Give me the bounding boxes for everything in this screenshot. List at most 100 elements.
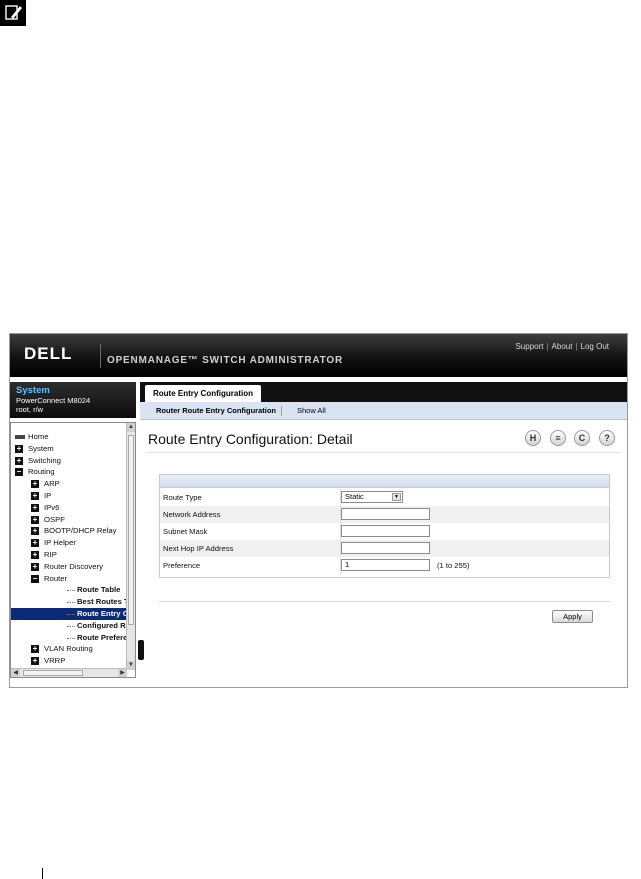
tree-horizontal-scrollbar[interactable]: ◀ ▶ bbox=[11, 668, 127, 677]
tree-node[interactable]: + RIP bbox=[11, 549, 127, 561]
expand-icon[interactable]: + bbox=[31, 539, 39, 548]
expand-icon[interactable]: + bbox=[31, 503, 39, 512]
tree-node[interactable]: + ARP bbox=[11, 478, 127, 490]
tree-node-label: Router bbox=[44, 573, 68, 583]
tree-node[interactable]: + Router Discovery bbox=[11, 561, 127, 573]
scroll-down-icon[interactable]: ▼ bbox=[127, 661, 135, 670]
tree-node-label: ARP bbox=[44, 479, 60, 489]
preference-range-hint: (1 to 255) bbox=[437, 561, 470, 570]
expand-icon[interactable]: + bbox=[15, 456, 23, 465]
route-type-select[interactable]: Static ▼ bbox=[341, 491, 403, 503]
tab-route-entry-configuration[interactable]: Route Entry Configuration bbox=[145, 385, 261, 402]
system-title[interactable]: System bbox=[16, 385, 130, 396]
scroll-right-icon[interactable]: ▶ bbox=[118, 669, 127, 677]
tree-nodes: Home + System + Switching − Routing + ARP + IP + IPv… bbox=[11, 431, 135, 677]
tree-node[interactable]: + VRRP bbox=[11, 655, 127, 667]
expand-icon[interactable]: + bbox=[31, 515, 39, 524]
help-icon[interactable]: ? bbox=[599, 430, 615, 446]
form-row-preference: Preference 1 (1 to 255) bbox=[160, 557, 609, 574]
tree-node-label: OSPF bbox=[44, 514, 65, 524]
logout-link[interactable]: Log Out bbox=[581, 342, 609, 351]
tree-node-label: Route Table bbox=[77, 585, 121, 595]
scroll-left-icon[interactable]: ◀ bbox=[11, 669, 20, 677]
dell-logo: DELL bbox=[24, 344, 73, 363]
next-hop-input[interactable] bbox=[341, 542, 430, 554]
banner-divider bbox=[100, 344, 101, 368]
tree-branch-line bbox=[67, 590, 75, 592]
top-links: Support | About | Log Out bbox=[515, 342, 609, 351]
tree-node[interactable]: Route Table bbox=[11, 584, 127, 596]
save-icon[interactable]: H bbox=[525, 430, 541, 446]
tree-branch-line bbox=[67, 625, 75, 627]
tree-node[interactable]: + VLAN Routing bbox=[11, 643, 127, 655]
route-type-value: Static bbox=[345, 492, 364, 501]
expand-icon[interactable]: + bbox=[31, 491, 39, 500]
tree-node[interactable]: + IP bbox=[11, 490, 127, 502]
expand-icon[interactable]: + bbox=[31, 550, 39, 559]
scroll-thumb[interactable] bbox=[128, 435, 134, 625]
subnav-divider bbox=[281, 406, 282, 416]
tree-node[interactable]: Route Preferenc bbox=[11, 632, 135, 644]
network-address-label: Network Address bbox=[163, 510, 221, 519]
tree-node-label: IPv6 bbox=[44, 502, 60, 512]
tree-node[interactable]: + IP Helper bbox=[11, 537, 127, 549]
tree-node[interactable]: + System bbox=[11, 443, 127, 455]
tree-node[interactable]: + Switching bbox=[11, 455, 127, 467]
tree-node-label: Home bbox=[28, 432, 49, 441]
tree-node-label: Switching bbox=[28, 455, 61, 465]
form-row-next-hop: Next Hop IP Address bbox=[160, 540, 609, 557]
link-separator: | bbox=[575, 342, 578, 351]
tree-vertical-scrollbar[interactable]: ▲ ▼ bbox=[126, 423, 135, 670]
expand-icon[interactable]: + bbox=[15, 444, 23, 453]
app-title: OPENMANAGE™ SWITCH ADMINISTRATOR bbox=[107, 355, 343, 366]
expand-icon[interactable]: + bbox=[31, 645, 39, 654]
apply-button[interactable]: Apply bbox=[552, 610, 593, 623]
page-title: Route Entry Configuration: Detail bbox=[148, 431, 353, 447]
network-address-input[interactable] bbox=[341, 508, 430, 520]
tree-node[interactable]: Route Entry Co bbox=[11, 607, 133, 620]
title-divider bbox=[146, 452, 621, 453]
subnet-mask-input[interactable] bbox=[341, 525, 430, 537]
support-link[interactable]: Support bbox=[515, 342, 543, 351]
collapse-icon[interactable]: − bbox=[31, 574, 39, 583]
tab-bar: Route Entry Configuration bbox=[140, 382, 627, 402]
tree-node[interactable]: Home bbox=[11, 431, 127, 443]
form-bottom-divider bbox=[159, 601, 610, 602]
tree-node[interactable]: Configured Rout bbox=[11, 620, 135, 632]
expand-icon[interactable]: + bbox=[31, 480, 39, 489]
subnav-show-all[interactable]: Show All bbox=[297, 402, 326, 420]
system-model: PowerConnect M8024 bbox=[16, 396, 91, 405]
left-panel: System PowerConnect M8024 root, r/w Home… bbox=[10, 382, 136, 687]
about-link[interactable]: About bbox=[552, 342, 573, 351]
tree-branch-line bbox=[67, 637, 75, 639]
tree-node[interactable]: + BOOTP/DHCP Relay bbox=[11, 525, 127, 537]
note-pencil-icon bbox=[0, 0, 26, 26]
expand-icon[interactable]: + bbox=[31, 527, 39, 536]
subnav-router-route-entry-configuration[interactable]: Router Route Entry Configuration bbox=[156, 402, 276, 420]
sub-navigation: Router Route Entry Configuration Show Al… bbox=[140, 402, 627, 420]
tree-node[interactable]: − Router bbox=[11, 573, 127, 585]
tree-node[interactable]: + IPv6 bbox=[11, 502, 127, 514]
system-info-box: System PowerConnect M8024 root, r/w bbox=[10, 382, 136, 418]
scroll-up-icon[interactable]: ▲ bbox=[127, 423, 135, 432]
switch-admin-window: DELL OPENMANAGE™ SWITCH ADMINISTRATOR Su… bbox=[9, 333, 628, 688]
home-icon bbox=[15, 435, 25, 439]
tree-node-label: RIP bbox=[44, 549, 57, 559]
tree-node-label: Routing bbox=[28, 467, 55, 477]
preference-input[interactable]: 1 bbox=[341, 559, 430, 571]
print-icon[interactable]: ≡ bbox=[550, 430, 566, 446]
scroll-thumb[interactable] bbox=[23, 670, 83, 676]
tree-node[interactable]: Best Routes Tab bbox=[11, 596, 135, 608]
tree-branch-line bbox=[67, 613, 75, 615]
expand-icon[interactable]: + bbox=[31, 562, 39, 571]
tree-node[interactable]: + OSPF bbox=[11, 514, 127, 526]
refresh-icon[interactable]: C bbox=[574, 430, 590, 446]
preference-label: Preference bbox=[163, 561, 201, 570]
tree-node[interactable]: − Routing bbox=[11, 466, 127, 478]
collapse-icon[interactable]: − bbox=[15, 468, 23, 477]
expand-icon[interactable]: + bbox=[31, 657, 39, 666]
form-row-route-type: Route Type Static ▼ bbox=[160, 489, 609, 506]
tree-node-label: System bbox=[28, 443, 54, 453]
tree-node-label: IP bbox=[44, 490, 52, 500]
chevron-down-icon[interactable]: ▼ bbox=[392, 493, 401, 501]
